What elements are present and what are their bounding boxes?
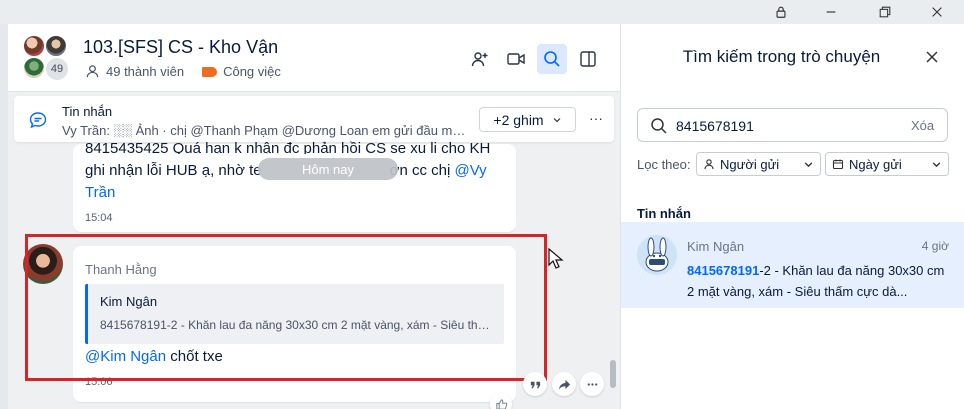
pinned-more-icon[interactable]: ···: [586, 110, 606, 128]
result-text: 8415678191-2 - Khăn lau đa năng 30x30 cm…: [687, 260, 952, 302]
minimize-icon[interactable]: [808, 0, 854, 24]
chevron-down-icon: [804, 161, 813, 167]
pinned-message-bar[interactable]: Tin nhắn Vy Trần: ░░ Ảnh · chị @Thanh Ph…: [14, 96, 614, 142]
filter-sender-label: Người gửi: [720, 156, 780, 172]
message-text-part: ơn cc chị: [389, 162, 455, 179]
filter-date-label: Ngày gửi: [849, 156, 902, 172]
restore-icon[interactable]: [862, 0, 908, 24]
person-icon: [86, 65, 99, 78]
more-pins-button[interactable]: +2 ghim: [479, 107, 576, 132]
member-avatar: [22, 56, 46, 80]
forward-icon[interactable]: [552, 372, 576, 396]
sidebar-toggle-icon[interactable]: [573, 44, 603, 74]
conversation-title[interactable]: 103.[SFS] CS - Kho Vận: [83, 37, 278, 58]
quote-icon[interactable]: [523, 372, 547, 396]
member-avatar: [22, 34, 46, 58]
tag-icon: [202, 66, 218, 77]
clear-search-button[interactable]: Xóa: [911, 118, 934, 133]
mouse-cursor-icon: [548, 248, 564, 269]
calendar-icon: [832, 159, 844, 170]
search-panel: Tìm kiếm trong trò chuyện Xóa Lọc theo: …: [621, 24, 964, 409]
message-text-part: ghi nhận lỗi HUB ạ, nhờ te: [85, 162, 262, 179]
member-avatar: [44, 34, 68, 58]
chevron-down-icon: [932, 161, 941, 167]
left-strip: [0, 24, 8, 409]
more-pins-label: +2 ghim: [493, 111, 544, 128]
avatar: [637, 235, 677, 275]
filter-date-dropdown[interactable]: Ngày gửi: [825, 152, 949, 176]
search-result-item[interactable]: Kim Ngân 4 giờ 8415678191-2 - Khăn lau đ…: [621, 222, 964, 308]
date-separator: Hôm nay: [258, 158, 398, 180]
search-icon: [651, 118, 667, 134]
close-window-icon[interactable]: [914, 0, 960, 24]
member-count-text[interactable]: 49 thành viên: [106, 64, 184, 79]
chat-messages-area[interactable]: Tin nhắn Vy Trần: ░░ Ảnh · chị @Thanh Ph…: [8, 92, 620, 409]
pinned-title: Tin nhắn: [62, 104, 113, 119]
chevron-down-icon: [553, 117, 561, 122]
search-icon[interactable]: [537, 44, 567, 74]
search-field[interactable]: Xóa: [637, 108, 948, 142]
message-text: 8415435425 Quá hạn k nhận đc phản hồi CS…: [85, 140, 491, 154]
mention-link[interactable]: Trần: [85, 182, 115, 204]
conversation-header: 49 103.[SFS] CS - Kho Vận 49 thành viên …: [8, 24, 620, 92]
panel-title: Tìm kiếm trong trò chuyện: [682, 47, 881, 66]
pinned-preview: Vy Trần: ░░ Ảnh · chị @Thanh Phạm @Dương…: [62, 123, 467, 138]
lock-icon[interactable]: [758, 0, 804, 24]
search-input[interactable]: [676, 115, 896, 137]
member-count-badge: 49: [44, 56, 70, 82]
result-time: 4 giờ: [921, 239, 949, 253]
group-avatar[interactable]: 49: [22, 34, 70, 82]
mention-link[interactable]: @Vy: [454, 162, 486, 179]
person-icon: [704, 159, 714, 170]
message-icon: [29, 112, 47, 129]
like-icon[interactable]: [490, 393, 512, 409]
add-member-icon[interactable]: [465, 44, 495, 74]
filter-label: Lọc theo:: [637, 157, 691, 172]
close-icon[interactable]: [921, 46, 943, 68]
highlight-box: [25, 234, 547, 381]
conversation-subtitle: 49 thành viên Công việc: [85, 64, 281, 79]
message-time: 15:04: [85, 212, 113, 224]
filter-sender-dropdown[interactable]: Người gửi: [696, 152, 821, 176]
result-match: 8415678191: [687, 263, 760, 278]
video-call-icon[interactable]: [501, 44, 531, 74]
window-titlebar: [0, 0, 964, 24]
more-actions-icon[interactable]: [580, 372, 604, 396]
tag-label[interactable]: Công việc: [223, 64, 281, 79]
results-section-label: Tin nhắn: [637, 206, 691, 221]
scrollbar-thumb[interactable]: [610, 360, 616, 388]
result-sender: Kim Ngân: [687, 239, 745, 254]
